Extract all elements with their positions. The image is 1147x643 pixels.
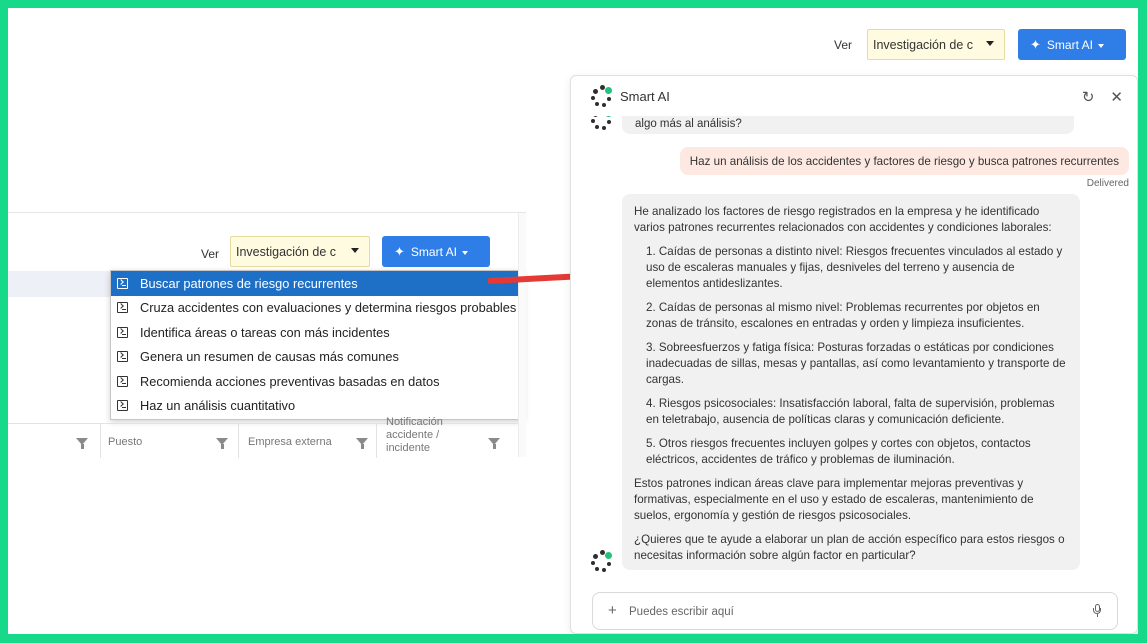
column-divider (376, 424, 377, 458)
smart-ai-button[interactable]: ✦ Smart AI (1018, 29, 1126, 60)
previous-bot-message: algo más al análisis? (622, 116, 1074, 134)
menu-item-label: Genera un resumen de causas más comunes (140, 349, 399, 365)
caret-down-icon (1097, 43, 1104, 48)
terminal-icon (117, 375, 128, 387)
chevron-down-icon (986, 41, 994, 46)
chat-input[interactable] (629, 602, 1069, 622)
vertical-scrollbar[interactable] (518, 213, 526, 457)
bot-avatar-icon (591, 116, 613, 130)
filter-icon[interactable] (356, 438, 368, 449)
close-icon[interactable]: ✕ (1110, 89, 1123, 106)
chat-input-box: + (592, 592, 1118, 630)
menu-item-genera-resumen[interactable]: Genera un resumen de causas más comunes (111, 345, 523, 370)
menu-item-label: Haz un análisis cuantitativo (140, 398, 296, 414)
menu-item-recomienda-acciones[interactable]: Recomienda acciones preventivas basadas … (111, 369, 523, 394)
menu-item-analisis-cuantitativo[interactable]: Haz un análisis cuantitativo (111, 394, 523, 419)
bot-question: ¿Quieres que te ayude a elaborar un plan… (634, 533, 1065, 562)
user-message-text: Haz un análisis de los accidentes y fact… (689, 155, 1119, 168)
view-select[interactable]: Investigación de c (230, 236, 370, 267)
terminal-icon (117, 326, 128, 338)
chevron-down-icon (351, 248, 359, 253)
bot-list-item: 1. Caídas de personas a distinto nivel: … (646, 245, 1063, 290)
column-divider (238, 424, 239, 458)
terminal-icon (117, 400, 128, 412)
terminal-icon (117, 302, 128, 314)
column-header-puesto[interactable]: Puesto (108, 436, 142, 448)
filter-icon[interactable] (488, 438, 500, 449)
plus-icon[interactable]: + (608, 602, 617, 619)
smart-ai-suggestions-menu: Buscar patrones de riesgo recurrentes Cr… (110, 270, 524, 420)
screen-frame: Ver Investigación de c ✦ Smart AI Ver Inv… (8, 8, 1138, 634)
menu-item-buscar-patrones[interactable]: Buscar patrones de riesgo recurrentes (111, 271, 523, 296)
chat-header: Smart AI ↻ ✕ (571, 76, 1137, 116)
column-header-notificacion[interactable]: Notificación accidente / incidente (386, 416, 456, 455)
smart-ai-logo-icon (591, 85, 613, 107)
menu-item-label: Recomienda acciones preventivas basadas … (140, 373, 440, 389)
zoomed-toolbar-panel: Ver Investigación de c ✦ Smart AI Buscar … (8, 212, 526, 458)
bot-list-item: 5. Otros riesgos frecuentes incluyen gol… (646, 437, 1031, 466)
menu-item-identifica-areas[interactable]: Identifica áreas o tareas con más incide… (111, 320, 523, 345)
view-select[interactable]: Investigación de c (867, 29, 1005, 60)
grid-header-row: Puesto Empresa externa Notificación acci… (8, 416, 518, 458)
menu-item-cruza-accidentes[interactable]: Cruza accidentes con evaluaciones y dete… (111, 296, 523, 321)
view-label: Ver (834, 38, 853, 52)
user-message: Haz un análisis de los accidentes y fact… (679, 147, 1129, 175)
smart-ai-chat-panel: Smart AI ↻ ✕ algo más al análisis? Haz un… (570, 75, 1138, 634)
sparkle-icon: ✦ (394, 244, 405, 259)
chat-title: Smart AI (620, 89, 670, 104)
smart-ai-button-label: Smart AI (1046, 38, 1093, 52)
bot-message: He analizado los factores de riesgo regi… (622, 194, 1080, 570)
bot-list-item: 4. Riesgos psicosociales: Insatisfacción… (646, 397, 1055, 426)
chat-messages[interactable]: algo más al análisis? Haz un análisis de… (571, 116, 1137, 586)
mic-icon[interactable] (1093, 604, 1101, 617)
bot-summary: Estos patrones indican áreas clave para … (634, 477, 1034, 522)
filter-icon[interactable] (76, 438, 88, 449)
menu-item-label: Identifica áreas o tareas con más incide… (140, 324, 390, 340)
chat-controls: ↻ ✕ (1066, 88, 1123, 106)
bot-avatar-icon (591, 550, 613, 572)
sparkle-icon: ✦ (1030, 37, 1041, 52)
menu-item-label: Buscar patrones de riesgo recurrentes (140, 275, 358, 291)
view-label: Ver (201, 247, 220, 261)
previous-bot-message-text: algo más al análisis? (635, 118, 742, 130)
caret-down-icon (461, 250, 468, 255)
menu-item-label: Cruza accidentes con evaluaciones y dete… (140, 300, 517, 316)
smart-ai-button-label: Smart AI (410, 245, 457, 259)
smart-ai-button[interactable]: ✦ Smart AI (382, 236, 490, 267)
terminal-icon (117, 277, 128, 289)
terminal-icon (117, 351, 128, 363)
column-header-empresa-externa[interactable]: Empresa externa (248, 436, 332, 448)
bot-list-item: 2. Caídas de personas al mismo nivel: Pr… (646, 301, 1040, 330)
refresh-icon[interactable]: ↻ (1082, 89, 1095, 106)
message-status: Delivered (1086, 178, 1129, 189)
column-divider (100, 424, 101, 458)
filter-icon[interactable] (216, 438, 228, 449)
view-select-value: Investigación de c (873, 38, 974, 52)
bot-list-item: 3. Sobreesfuerzos y fatiga física: Postu… (646, 341, 1066, 386)
bot-intro: He analizado los factores de riesgo regi… (634, 205, 1052, 234)
view-select-value: Investigación de c (236, 245, 337, 259)
